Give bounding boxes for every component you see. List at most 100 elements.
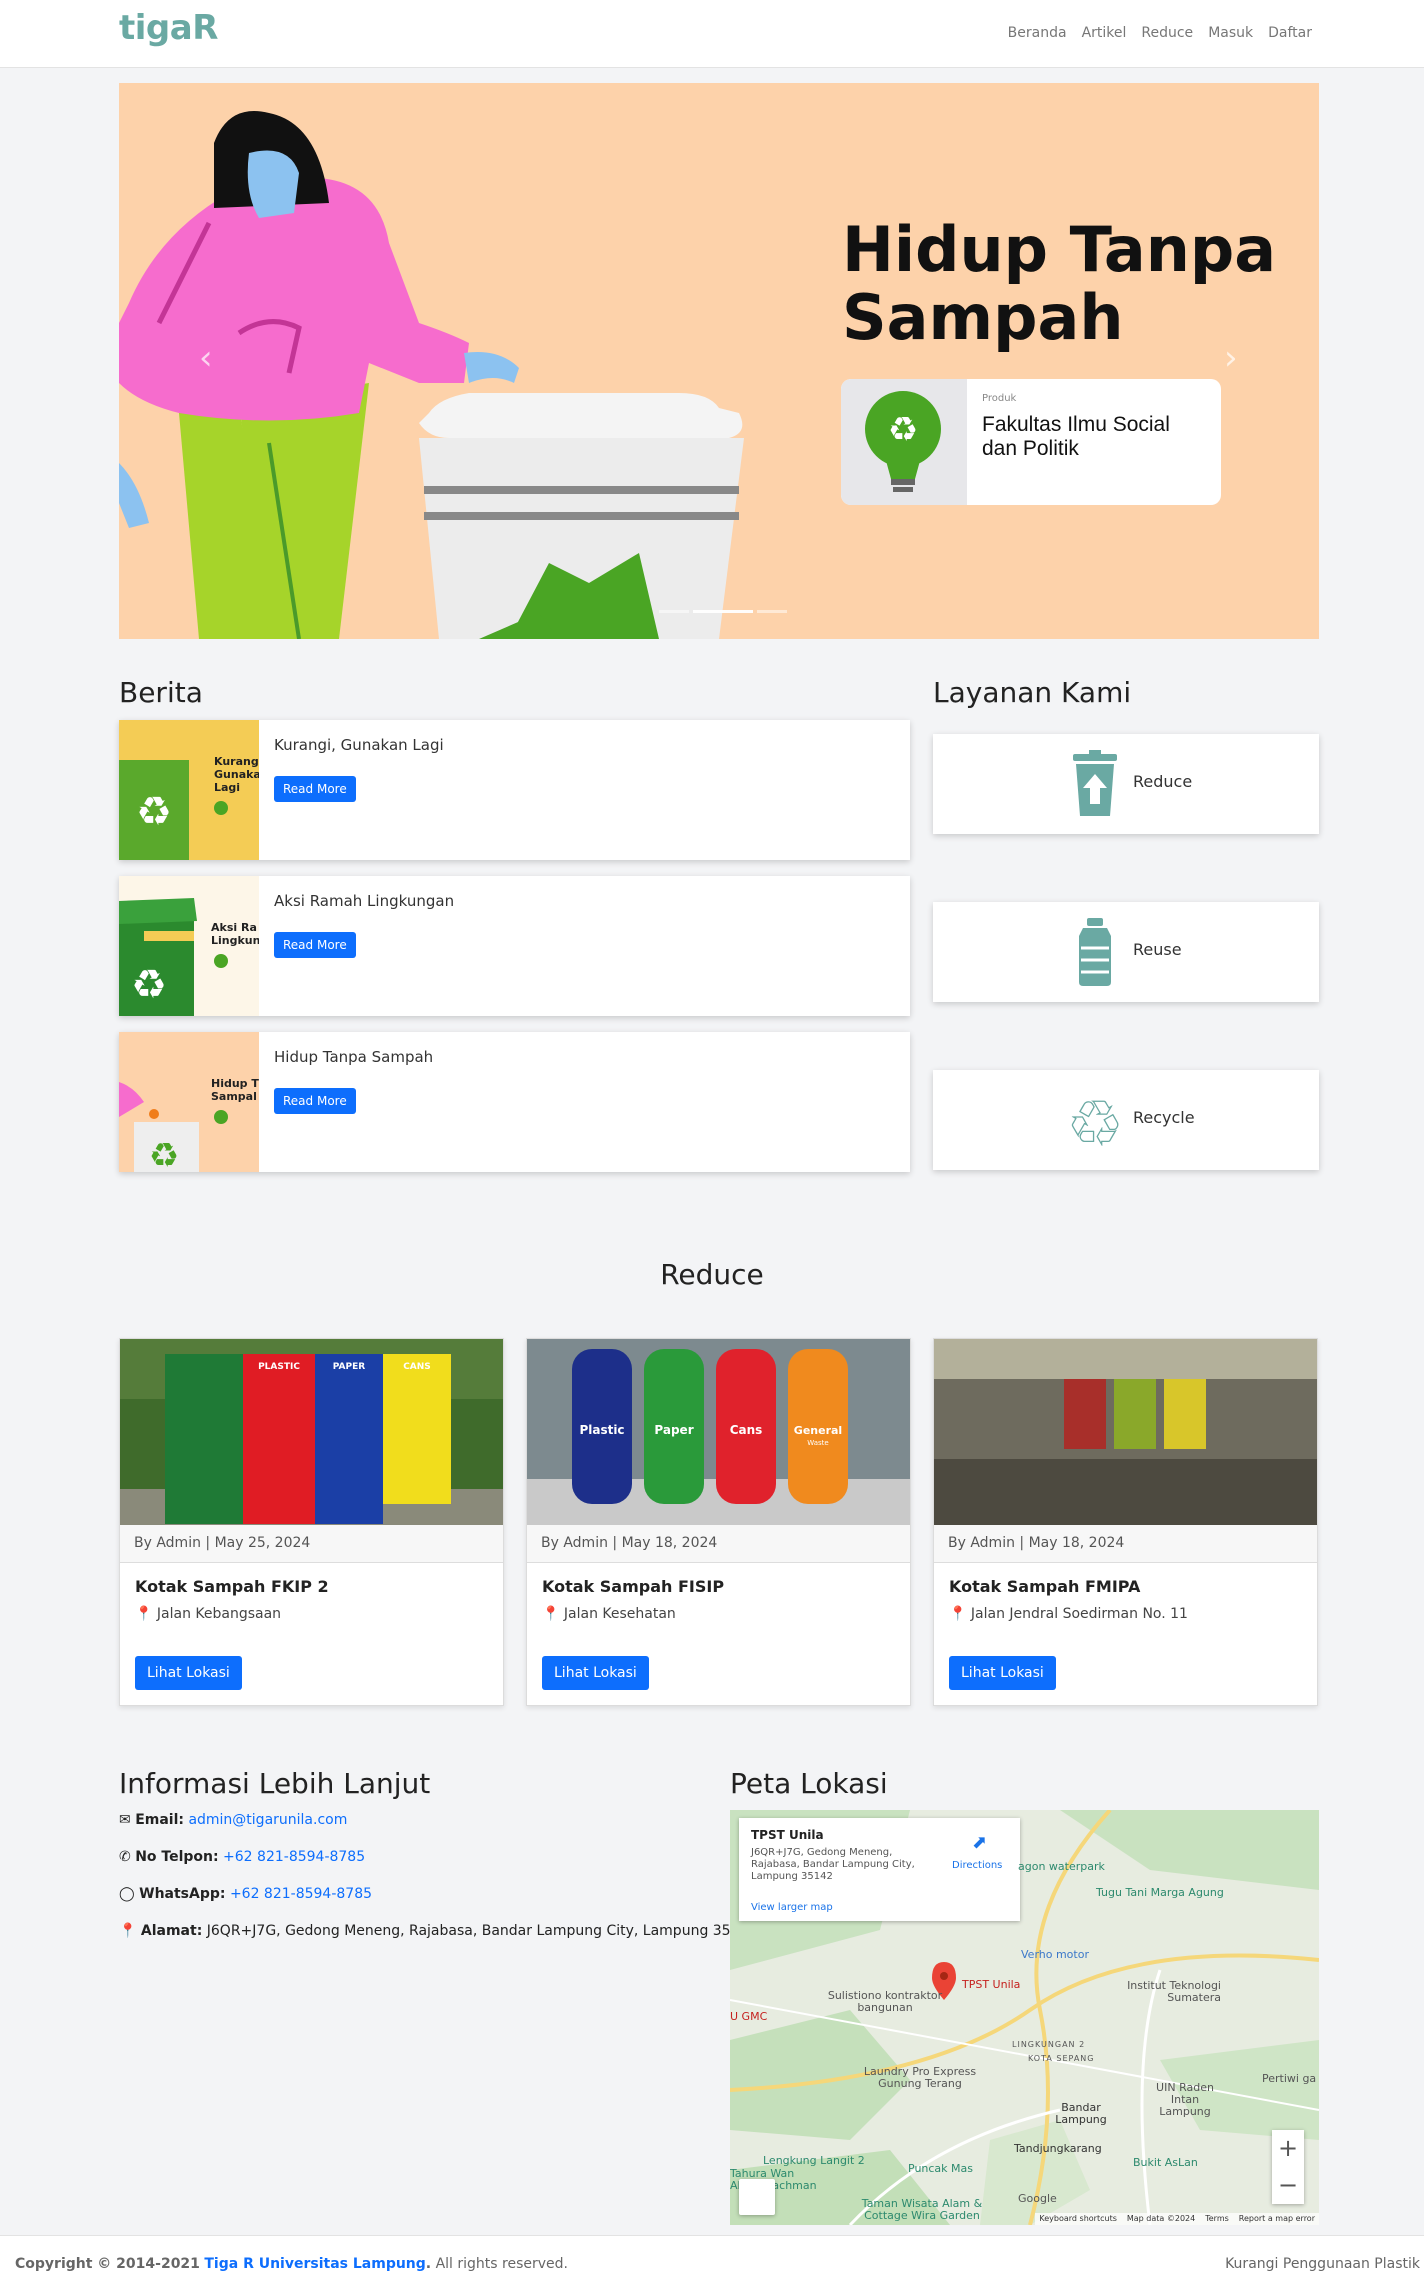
map-place-label: Laundry Pro Express Gunung Terang	[863, 2065, 977, 2090]
nav-link-reduce[interactable]: Reduce	[1141, 25, 1193, 41]
news-card: ♻ Aksi Ra Lingkun Aksi Ramah Lingkungan …	[119, 876, 910, 1016]
location-photo: PLASTIC PAPER CANS	[120, 1339, 503, 1525]
map-zoom-controls: + −	[1272, 2130, 1304, 2204]
lihat-lokasi-button[interactable]: Lihat Lokasi	[949, 1656, 1056, 1690]
terms-link[interactable]: Terms	[1205, 2213, 1229, 2225]
street-view-toggle[interactable]	[739, 2179, 775, 2215]
bin-label: Plastic	[579, 1423, 624, 1437]
map-marker-icon: 📍	[119, 1923, 137, 1939]
location-name: Kotak Sampah FMIPA	[949, 1577, 1141, 1596]
bin-label: PLASTIC	[258, 1362, 300, 1372]
news-thumbnail-image: ♻ Aksi Ra Lingkun	[119, 876, 259, 1016]
navbar: tigaR Beranda Artikel Reduce Masuk Dafta…	[0, 0, 1424, 68]
berita-title: Berita	[119, 676, 203, 709]
zoom-out-button[interactable]: −	[1272, 2167, 1304, 2204]
map-place-label: Tandjungkarang	[1014, 2142, 1102, 2155]
google-logo: Google	[1018, 2192, 1057, 2205]
hero-title-line2: Sampah	[842, 281, 1124, 354]
map-info-popup: TPST Unila J6QR+J7G, Gedong Meneng, Raja…	[739, 1818, 1020, 1921]
lihat-lokasi-button[interactable]: Lihat Lokasi	[135, 1656, 242, 1690]
phone-link[interactable]: +62 821-8594-8785	[223, 1849, 365, 1865]
svg-text:♲: ♲	[1066, 1088, 1123, 1154]
directions-link[interactable]: Directions	[952, 1860, 1002, 1871]
report-error-link[interactable]: Report a map error	[1239, 2213, 1315, 2225]
bin-label: General	[794, 1424, 842, 1437]
map-place-label: Taman Wisata Alam & Cottage Wira Garden	[861, 2197, 983, 2222]
address-text: J6QR+J7G, Gedong Meneng, Rajabasa, Banda…	[206, 1923, 758, 1939]
nav-links: Beranda Artikel Reduce Masuk Daftar	[1008, 25, 1312, 41]
read-more-button[interactable]: Read More	[274, 776, 356, 802]
map-place-label: Lengkung Langit 2	[763, 2154, 865, 2167]
carousel-indicator[interactable]	[659, 610, 689, 613]
svg-text:♻: ♻	[888, 410, 918, 450]
nav-link-artikel[interactable]: Artikel	[1082, 25, 1127, 41]
svg-text:Kurang: Kurang	[214, 755, 259, 768]
whatsapp-link[interactable]: +62 821-8594-8785	[230, 1886, 372, 1902]
news-thumbnail[interactable]: ♻ Aksi Ra Lingkun	[119, 876, 259, 1016]
news-title[interactable]: Kurangi, Gunakan Lagi	[274, 736, 444, 754]
footer-org-link[interactable]: Tiga R Universitas Lampung	[204, 2256, 425, 2272]
map-place-label: agon waterpark	[1018, 1860, 1105, 1873]
bin-label: PAPER	[333, 1362, 365, 1372]
service-card-reuse[interactable]: Reuse	[933, 902, 1319, 1002]
bulb-logo: ♻	[841, 379, 967, 505]
hero-product-card: ♻ Produk Fakultas Ilmu Social dan Politi…	[841, 379, 1221, 505]
location-photo: Plastic Paper Cans General Waste	[527, 1339, 910, 1525]
hero-title-line1: Hidup Tanpa	[842, 213, 1277, 286]
zoom-in-button[interactable]: +	[1272, 2130, 1304, 2167]
news-thumbnail[interactable]: ♻ Kurang Gunaka Lagi	[119, 720, 259, 860]
service-card-reduce[interactable]: Reduce	[933, 734, 1319, 834]
reduce-title: Reduce	[660, 1258, 764, 1291]
nav-link-daftar[interactable]: Daftar	[1268, 25, 1312, 41]
carousel-prev-icon[interactable]: ‹	[199, 338, 213, 378]
nav-link-beranda[interactable]: Beranda	[1008, 25, 1067, 41]
map-place-label: KOTA SEPANG	[1028, 2054, 1095, 2063]
location-meta: By Admin | May 18, 2024	[527, 1525, 910, 1563]
location-name: Kotak Sampah FISIP	[542, 1577, 725, 1596]
svg-text:♻: ♻	[149, 1136, 179, 1172]
view-larger-map-link[interactable]: View larger map	[751, 1902, 833, 1913]
hero-card-heading: Fakultas Ilmu Social dan Politik	[982, 413, 1170, 460]
news-card: ♻ Kurang Gunaka Lagi Kurangi, Gunakan La…	[119, 720, 910, 860]
location-photo	[934, 1339, 1317, 1525]
info-phone: ✆ No Telpon: +62 821-8594-8785	[119, 1849, 365, 1865]
map-place-label: UIN Raden Intan Lampung	[1156, 2081, 1214, 2118]
map-title: Peta Lokasi	[730, 1767, 888, 1800]
news-title[interactable]: Aksi Ramah Lingkungan	[274, 892, 454, 910]
news-card: ♻ Hidup T Sampal Hidup Tanpa Sampah Read…	[119, 1032, 910, 1172]
nav-link-masuk[interactable]: Masuk	[1208, 25, 1253, 41]
map-place-label: Sulistiono kontraktor bangunan	[827, 1989, 943, 2014]
svg-text:Sampal: Sampal	[211, 1090, 257, 1103]
svg-text:Lingkun: Lingkun	[211, 934, 259, 947]
email-link[interactable]: admin@tigarunila.com	[188, 1812, 347, 1828]
carousel-indicator[interactable]	[757, 610, 787, 613]
carousel-indicators	[659, 610, 787, 613]
read-more-button[interactable]: Read More	[274, 1088, 356, 1114]
map-place-label: LINGKUNGAN 2	[1012, 2040, 1086, 2049]
phone-label: No Telpon:	[135, 1849, 219, 1865]
svg-text:Gunaka: Gunaka	[214, 768, 259, 781]
location-meta: By Admin | May 25, 2024	[120, 1525, 503, 1563]
carousel-indicator[interactable]	[693, 610, 753, 613]
bin-label: Waste	[807, 1439, 828, 1447]
news-title[interactable]: Hidup Tanpa Sampah	[274, 1048, 433, 1066]
directions-icon[interactable]: ⬈	[972, 1832, 987, 1853]
brand-logo[interactable]: tigaR	[119, 8, 218, 48]
svg-text:♻: ♻	[131, 962, 167, 1008]
location-address: 📍 Jalan Jendral Soedirman No. 11	[949, 1606, 1188, 1622]
footer-copyright: Copyright © 2014-2021 Tiga R Universitas…	[15, 2256, 568, 2272]
lihat-lokasi-button[interactable]: Lihat Lokasi	[542, 1656, 649, 1690]
service-label: Recycle	[1133, 1108, 1195, 1127]
location-card: PLASTIC PAPER CANS By Admin | May 25, 20…	[119, 1338, 504, 1706]
layanan-title: Layanan Kami	[933, 676, 1132, 709]
trash-bins-photo	[934, 1339, 1317, 1525]
read-more-button[interactable]: Read More	[274, 932, 356, 958]
service-label: Reduce	[1133, 772, 1193, 791]
info-address: 📍 Alamat: J6QR+J7G, Gedong Meneng, Rajab…	[119, 1923, 757, 1939]
embedded-map[interactable]: TPST Unila J6QR+J7G, Gedong Meneng, Raja…	[730, 1810, 1319, 2225]
news-thumbnail[interactable]: ♻ Hidup T Sampal	[119, 1032, 259, 1172]
keyboard-shortcuts-link[interactable]: Keyboard shortcuts	[1039, 2213, 1116, 2225]
trash-bins-photo: Plastic Paper Cans General Waste	[527, 1339, 910, 1525]
map-pin-icon: 📍	[542, 1606, 560, 1622]
service-card-recycle[interactable]: ♲ Recycle	[933, 1070, 1319, 1170]
